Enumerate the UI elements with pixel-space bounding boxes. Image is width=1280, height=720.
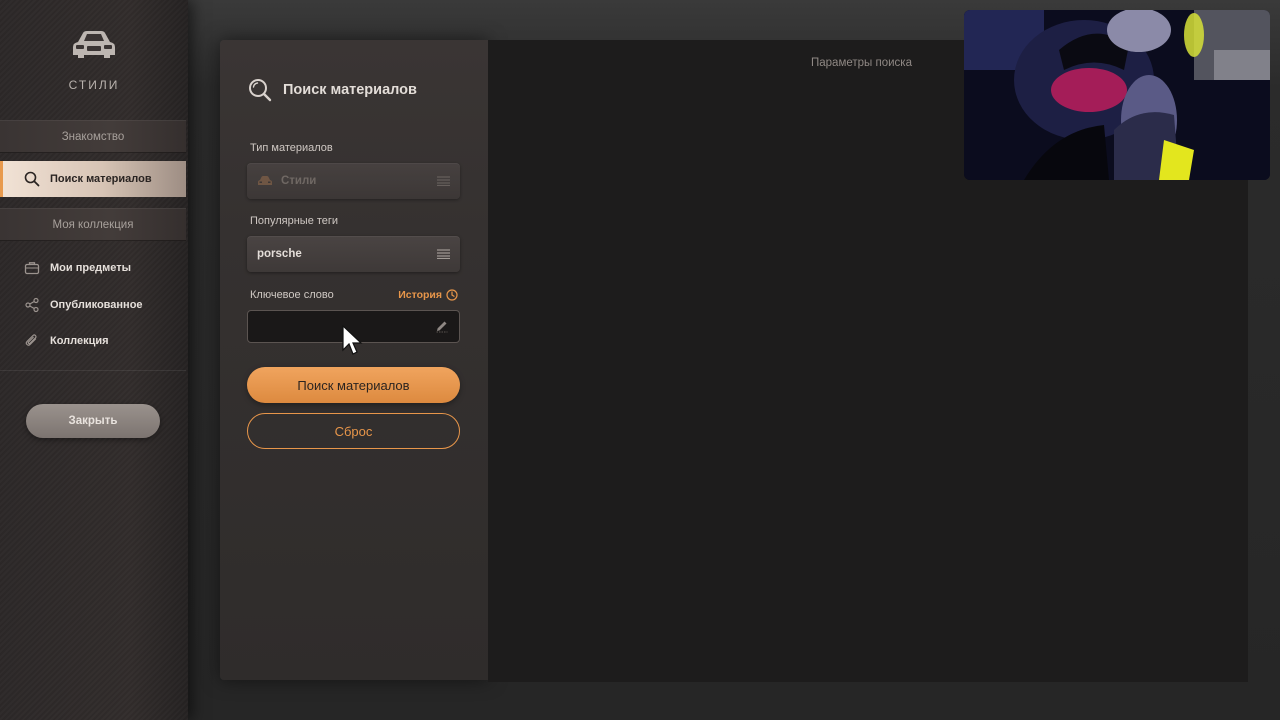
popular-tags-value: porsche (257, 248, 302, 260)
keyword-label: Ключевое слово (250, 289, 334, 301)
sidebar: СТИЛИ Знакомство Поиск материалов Моя ко… (0, 0, 188, 720)
search-icon (24, 171, 40, 187)
sidebar-item-label: Опубликованное (50, 299, 143, 311)
sidebar-item-label: Мои предметы (50, 262, 132, 274)
list-icon (437, 176, 450, 186)
brand-label: СТИЛИ (68, 78, 120, 92)
car-icon (257, 175, 273, 187)
sidebar-item-label: Поиск материалов (50, 173, 152, 185)
panel-title: Поиск материалов (248, 78, 417, 102)
results-header: Параметры поиска (811, 57, 912, 69)
search-icon (248, 78, 272, 102)
mouse-cursor (342, 324, 363, 355)
share-icon (24, 297, 40, 313)
search-button[interactable]: Поиск материалов (247, 367, 460, 403)
list-icon (437, 249, 450, 259)
briefcase-icon (24, 260, 40, 276)
close-button[interactable]: Закрыть (26, 404, 160, 438)
panel-title-text: Поиск материалов (283, 82, 417, 98)
reset-button[interactable]: Сброс (247, 413, 460, 449)
car-icon (73, 31, 115, 58)
brand: СТИЛИ (0, 28, 188, 92)
search-panel: Поиск материалов Тип материалов Стили По… (220, 40, 488, 680)
sidebar-item-search[interactable]: Поиск материалов (0, 161, 186, 197)
history-link[interactable]: История (398, 289, 458, 301)
history-label: История (398, 289, 442, 301)
app-window: СТИЛИ Знакомство Поиск материалов Моя ко… (0, 0, 1280, 720)
sidebar-item-collection[interactable]: Коллекция (0, 323, 186, 359)
popular-tags-select[interactable]: porsche (247, 236, 460, 272)
material-type-value: Стили (281, 175, 317, 187)
popular-tags-label: Популярные теги (250, 215, 339, 227)
clock-icon (446, 289, 458, 301)
section-header-collection[interactable]: Моя коллекция (0, 208, 186, 241)
sidebar-item-label: Коллекция (50, 335, 109, 347)
sidebar-item-published[interactable]: Опубликованное (0, 287, 186, 323)
webcam-overlay (964, 10, 1270, 180)
sidebar-divider (0, 370, 186, 371)
webcam-image (964, 10, 1270, 180)
material-type-select[interactable]: Стили (247, 163, 460, 199)
section-header-intro[interactable]: Знакомство (0, 120, 186, 153)
sidebar-item-my-items[interactable]: Мои предметы (0, 250, 186, 286)
pencil-icon[interactable] (435, 319, 449, 333)
paperclip-icon (24, 333, 40, 349)
material-type-label: Тип материалов (250, 142, 333, 154)
